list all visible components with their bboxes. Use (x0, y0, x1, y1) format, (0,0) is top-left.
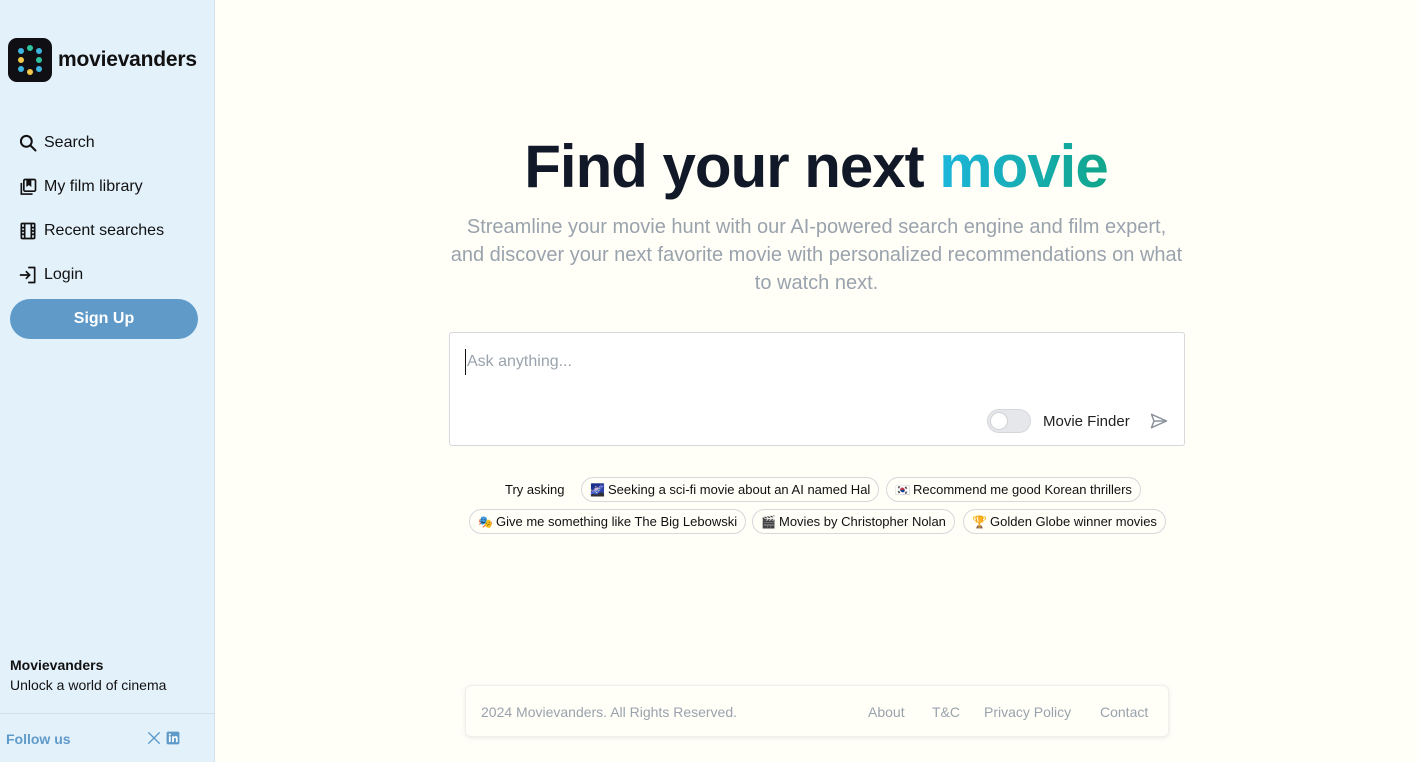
copyright-text: 2024 Movievanders. All Rights Reserved. (481, 704, 738, 720)
movie-finder-label: Movie Finder (1043, 413, 1130, 430)
sidebar-brand-block: Movievanders Unlock a world of cinema (10, 657, 166, 693)
suggestion-chip[interactable]: 🇰🇷 Recommend me good Korean thrillers (886, 477, 1141, 502)
clapperboard-icon: 🎬 (761, 514, 776, 529)
search-input[interactable] (465, 349, 1165, 375)
hero-title-main: Find your next (524, 133, 940, 200)
suggestion-chip[interactable]: 🏆 Golden Globe winner movies (963, 509, 1166, 534)
page-footer: 2024 Movievanders. All Rights Reserved. … (465, 685, 1169, 737)
sign-up-button[interactable]: Sign Up (10, 299, 198, 339)
hero-title: Find your next movie (215, 132, 1417, 201)
toggle-knob (990, 412, 1008, 430)
sidebar: movievanders Search My film library Rece… (0, 0, 215, 762)
search-icon (19, 134, 37, 152)
suggestion-chip-text: Seeking a sci-fi movie about an AI named… (608, 482, 871, 497)
suggestion-chip-text: Movies by Christopher Nolan (779, 514, 946, 529)
sidebar-nav: Search My film library Recent searches L… (18, 131, 164, 307)
footer-link-contact[interactable]: Contact (1100, 704, 1148, 720)
x-icon[interactable] (147, 731, 161, 745)
sidebar-item-film-library[interactable]: My film library (18, 175, 164, 199)
hero-title-accent: movie (939, 133, 1108, 200)
sidebar-brand-name: Movievanders (10, 657, 104, 673)
sidebar-item-label: My film library (44, 178, 143, 195)
follow-us-label: Follow us (6, 731, 71, 747)
library-icon (20, 178, 37, 195)
sidebar-item-login[interactable]: Login (18, 263, 164, 287)
search-box: Movie Finder (449, 332, 1185, 446)
linkedin-icon[interactable] (166, 731, 180, 745)
galaxy-icon: 🌌 (590, 482, 605, 497)
login-icon (19, 266, 36, 284)
suggestion-chip-text: Golden Globe winner movies (990, 514, 1157, 529)
suggestion-chip[interactable]: 🌌 Seeking a sci-fi movie about an AI nam… (581, 477, 880, 502)
film-strip-icon (20, 222, 36, 240)
sidebar-item-recent-searches[interactable]: Recent searches (18, 219, 164, 243)
sidebar-item-label: Login (44, 266, 84, 283)
logo-text: movievanders (58, 48, 197, 71)
trophy-icon: 🏆 (972, 514, 987, 529)
suggestion-chip[interactable]: 🎭 Give me something like The Big Lebowsk… (469, 509, 747, 534)
suggestion-chip-text: Recommend me good Korean thrillers (913, 482, 1132, 497)
sidebar-brand-tagline: Unlock a world of cinema (10, 677, 167, 693)
sidebar-item-search[interactable]: Search (18, 131, 164, 155)
movie-finder-toggle[interactable] (987, 409, 1031, 433)
send-icon[interactable] (1148, 411, 1170, 431)
logo-mark-icon (8, 38, 52, 82)
suggestion-chip-text: Give me something like The Big Lebowski (496, 514, 738, 529)
follow-us-bar: Follow us (0, 713, 215, 762)
sidebar-item-label: Search (44, 134, 95, 151)
logo[interactable]: movievanders (8, 38, 197, 82)
footer-link-about[interactable]: About (868, 704, 905, 720)
hero-subtitle: Streamline your movie hunt with our AI-p… (450, 216, 1183, 294)
sidebar-item-label: Recent searches (44, 222, 165, 239)
footer-link-privacy[interactable]: Privacy Policy (984, 704, 1071, 720)
try-asking-label: Try asking (505, 482, 565, 497)
suggestion-chip[interactable]: 🎬 Movies by Christopher Nolan (752, 509, 955, 534)
theater-masks-icon: 🎭 (478, 514, 493, 529)
korea-flag-icon: 🇰🇷 (895, 482, 910, 497)
footer-link-terms[interactable]: T&C (932, 704, 960, 720)
